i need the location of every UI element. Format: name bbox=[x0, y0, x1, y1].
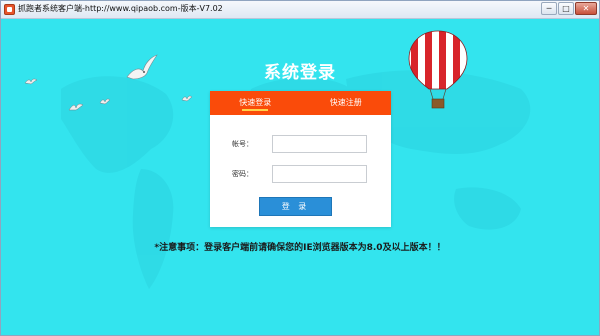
seagull-icon bbox=[68, 103, 84, 111]
tab-quick-register[interactable]: 快速注册 bbox=[301, 91, 392, 115]
title-bar[interactable]: 抓跑者系统客户端-http://www.qipaob.com-版本-V7.02 … bbox=[1, 1, 599, 19]
password-input[interactable] bbox=[272, 165, 367, 183]
password-label: 密码： bbox=[232, 170, 253, 178]
window-title: 抓跑者系统客户端-http://www.qipaob.com-版本-V7.02 bbox=[18, 4, 223, 13]
minimize-button[interactable]: ─ bbox=[541, 2, 557, 15]
account-row: 帐号： bbox=[210, 135, 391, 153]
login-button[interactable]: 登 录 bbox=[259, 197, 332, 216]
login-background: 系统登录 快速登录 快速注册 帐号： 密码： 登 录 *注意事项：登录客户端前请… bbox=[1, 19, 599, 335]
account-input[interactable] bbox=[272, 135, 367, 153]
maximize-button[interactable]: □ bbox=[558, 2, 574, 15]
seagull-icon bbox=[181, 95, 193, 102]
account-label: 帐号： bbox=[232, 140, 253, 148]
login-tabs: 快速登录 快速注册 bbox=[210, 91, 391, 115]
login-panel: 快速登录 快速注册 帐号： 密码： 登 录 bbox=[210, 91, 391, 227]
window-controls: ─ □ ✕ bbox=[540, 2, 597, 15]
close-button[interactable]: ✕ bbox=[575, 2, 597, 15]
page-title: 系统登录 bbox=[264, 63, 336, 83]
app-icon bbox=[4, 4, 15, 15]
password-row: 密码： bbox=[210, 165, 391, 183]
app-window: 抓跑者系统客户端-http://www.qipaob.com-版本-V7.02 … bbox=[0, 0, 600, 336]
seagull-icon bbox=[99, 98, 111, 105]
notice-text: *注意事项：登录客户端前请确保您的IE浏览器版本为8.0及以上版本！！ bbox=[154, 243, 446, 253]
tab-quick-login[interactable]: 快速登录 bbox=[210, 91, 301, 115]
